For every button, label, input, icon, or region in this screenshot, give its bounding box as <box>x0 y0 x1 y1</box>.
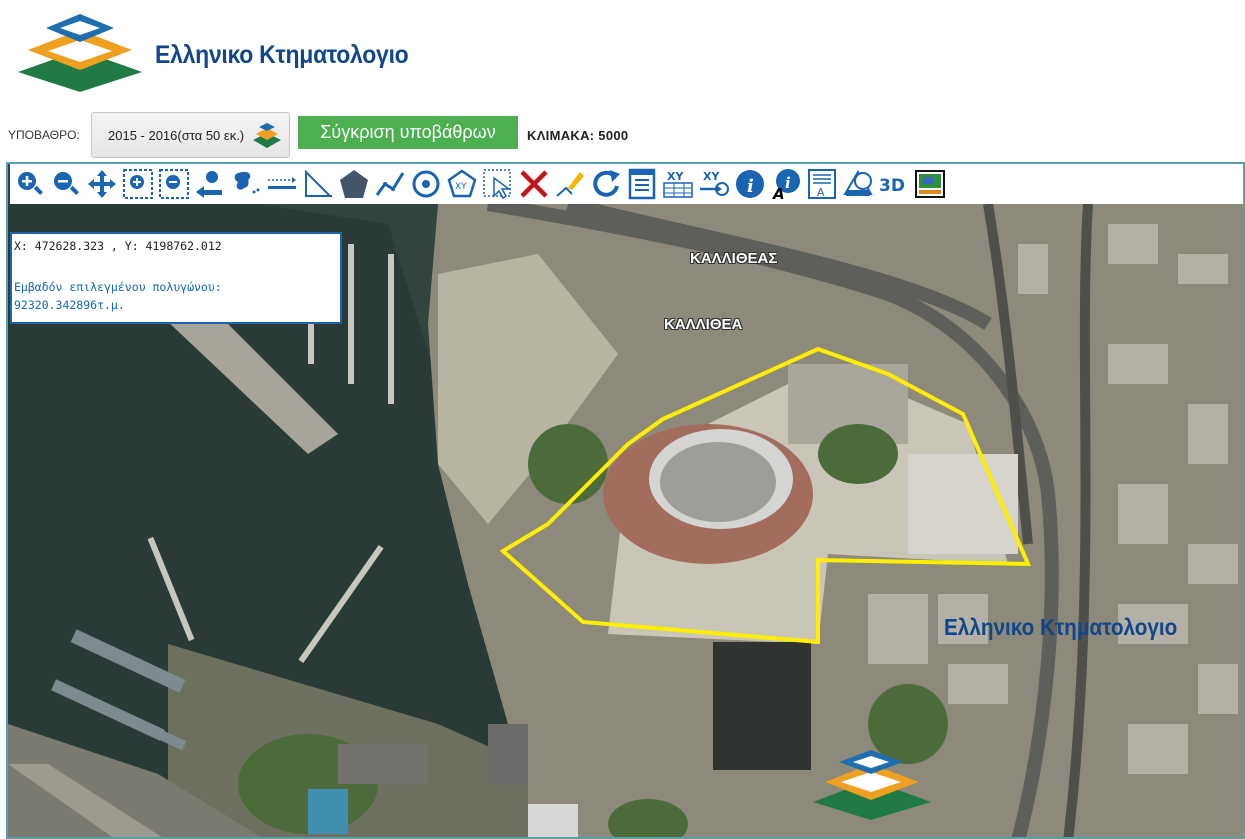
place-label-kallitheas: ΚΑΛΛΙΘΕΑΣ <box>690 250 778 267</box>
zoom-in-icon[interactable] <box>12 166 48 202</box>
xy-table-icon[interactable]: XY <box>660 166 696 202</box>
draw-edit-icon[interactable] <box>552 166 588 202</box>
svg-text:A: A <box>817 186 825 199</box>
zoom-box-icon[interactable] <box>120 166 156 202</box>
svg-text:A: A <box>772 185 785 200</box>
basemap-select[interactable]: 2015 - 2016(στα 50 εκ.) <box>91 112 290 158</box>
basemap-bar: ΥΠΟΒΑΘΡΟ: 2015 - 2016(στα 50 εκ.) Σύγκρι… <box>0 112 1245 158</box>
report-icon[interactable] <box>624 166 660 202</box>
svg-text:i: i <box>785 174 791 192</box>
brand-title: Ελληνικο Κτηματολογιο <box>155 41 409 69</box>
select-icon[interactable] <box>480 166 516 202</box>
svg-text:XY: XY <box>703 170 720 183</box>
zoom-out-icon[interactable] <box>48 166 84 202</box>
basemap-logo-icon <box>253 123 281 148</box>
place-label-kallithea: ΚΑΛΛΙΘΕΑ <box>664 316 743 333</box>
measure-distance-icon[interactable] <box>264 166 300 202</box>
info-icon[interactable]: i <box>732 166 768 202</box>
svg-text:i: i <box>747 176 754 197</box>
info-text-icon[interactable]: iA <box>768 166 804 202</box>
compare-basemaps-button[interactable]: Σύγκριση υποβάθρων <box>298 116 518 149</box>
svg-text:3D: 3D <box>879 176 905 196</box>
svg-text:XY: XY <box>455 182 467 192</box>
polygon-area-value: 92320.342896τ.μ. <box>14 298 125 312</box>
map-toolbar: XY XY XY i iA A 3D <box>10 164 1243 204</box>
basemap-label: ΥΠΟΒΑΘΡΟ: <box>8 128 80 142</box>
clear-icon[interactable] <box>516 166 552 202</box>
legend-icon[interactable]: A <box>804 166 840 202</box>
circle-target-icon[interactable] <box>408 166 444 202</box>
polyline-icon[interactable] <box>372 166 408 202</box>
svg-text:XY: XY <box>667 170 684 183</box>
info-panel: X: 472628.323 , Y: 4198762.012 Εμβαδόν ε… <box>10 232 342 324</box>
measure-angle-icon[interactable] <box>300 166 336 202</box>
map-view[interactable]: XY XY XY i iA A 3D X: 472628.323 , Y: 41… <box>6 162 1245 839</box>
xy-goto-icon[interactable]: XY <box>696 166 732 202</box>
polygon-xy-icon[interactable]: XY <box>444 166 480 202</box>
refresh-icon[interactable] <box>588 166 624 202</box>
cursor-coordinates: X: 472628.323 , Y: 4198762.012 <box>14 239 222 253</box>
zoom-out-box-icon[interactable] <box>156 166 192 202</box>
previous-view-icon[interactable] <box>192 166 228 202</box>
watermark-brand: Ελληνικο Κτηματολογιο <box>944 614 1178 640</box>
full-extent-icon[interactable] <box>228 166 264 202</box>
watermark-logo <box>813 750 931 820</box>
3d-icon[interactable]: 3D <box>876 166 912 202</box>
polygon-icon[interactable] <box>336 166 372 202</box>
print-map-icon[interactable] <box>912 166 948 202</box>
scale-label: ΚΛΙΜΑΚΑ: 5000 <box>527 128 629 143</box>
cadastre-logo <box>18 14 142 92</box>
pan-icon[interactable] <box>84 166 120 202</box>
basemap-selected-value: 2015 - 2016(στα 50 εκ.) <box>108 128 245 143</box>
layers-icon[interactable] <box>840 166 876 202</box>
polygon-area-label: Εμβαδόν επιλεγμένου πολυγώνου: <box>14 280 222 294</box>
